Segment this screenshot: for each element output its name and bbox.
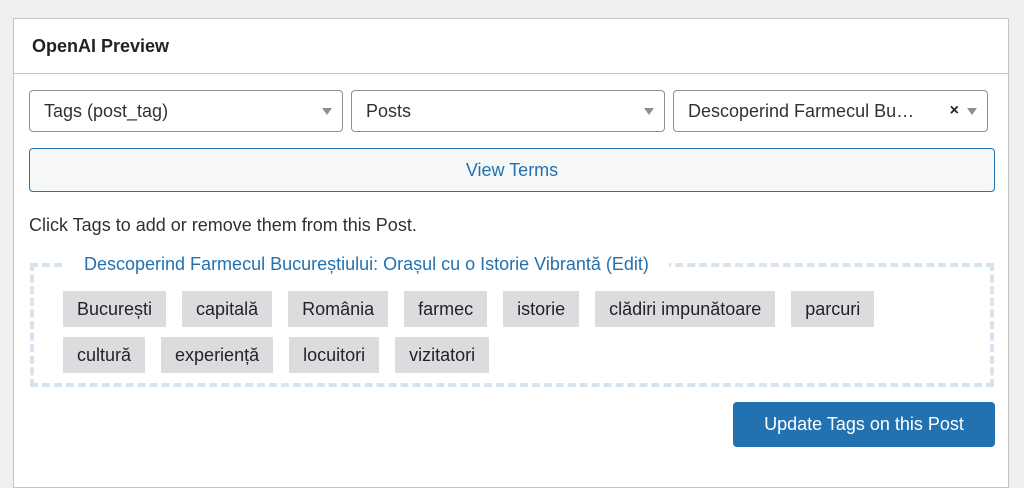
tag-chip[interactable]: farmec — [404, 291, 488, 327]
view-terms-button[interactable]: View Terms — [29, 148, 995, 192]
taxonomy-select-value: Tags (post_tag) — [44, 100, 169, 121]
update-tags-button[interactable]: Update Tags on this Post — [733, 402, 995, 447]
tag-chip[interactable]: România — [288, 291, 389, 327]
post-type-select-value: Posts — [366, 100, 412, 121]
tag-chip[interactable]: cultură — [63, 337, 146, 373]
panel-title: OpenAI Preview — [32, 35, 170, 56]
chevron-down-icon — [967, 107, 977, 115]
tag-chip[interactable]: parcuri — [791, 291, 875, 327]
post-select[interactable]: Descoperind Farmecul Bu… × — [673, 90, 988, 132]
tag-list: București capitală România farmec istorie clă… — [63, 291, 983, 383]
panel-header: OpenAI Preview — [14, 19, 1008, 74]
tag-chip[interactable]: capitală — [182, 291, 273, 327]
tag-chip[interactable]: București — [63, 291, 167, 327]
post-tags-fieldset: Descoperind Farmecul Bucureștiului: Oraș… — [30, 254, 994, 387]
tag-row: București capitală România farmec istorie clă… — [63, 291, 983, 327]
instructions-text: Click Tags to add or remove them from th… — [29, 215, 417, 235]
tag-chip[interactable]: vizitatori — [395, 337, 490, 373]
chevron-down-icon — [644, 107, 654, 115]
chevron-down-icon — [322, 107, 332, 115]
tag-row: cultură experiență locuitori vizitatori — [63, 337, 983, 373]
tag-chip[interactable]: locuitori — [289, 337, 380, 373]
post-title-edit-link[interactable]: Descoperind Farmecul Bucureștiului: Oraș… — [64, 254, 669, 275]
tag-chip[interactable]: istorie — [503, 291, 580, 327]
openai-preview-panel: OpenAI Preview Tags (post_tag) Posts Des… — [13, 18, 1009, 488]
taxonomy-select[interactable]: Tags (post_tag) — [29, 90, 343, 132]
post-type-select[interactable]: Posts — [351, 90, 665, 132]
clear-icon[interactable]: × — [950, 102, 959, 120]
post-select-value: Descoperind Farmecul Bu… — [688, 100, 915, 121]
tag-chip[interactable]: experiență — [161, 337, 274, 373]
tag-chip[interactable]: clădiri impunătoare — [595, 291, 776, 327]
